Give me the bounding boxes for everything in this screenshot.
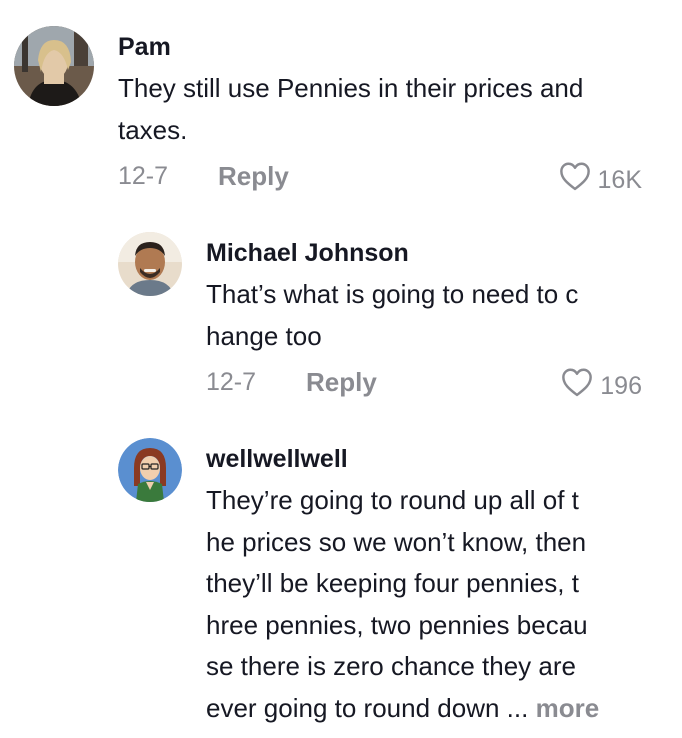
like-button[interactable]: 196 [560,367,642,404]
avatar-cartoon-wellwellwell [118,438,182,502]
reply-button[interactable]: Reply [306,367,377,397]
avatar[interactable] [118,438,182,502]
like-button[interactable]: 16K [558,161,642,198]
comment-text-line: They still use Pennies in their prices a… [118,73,584,103]
comment-text-line: se there is zero chance they are [206,651,576,681]
avatar[interactable] [14,26,94,106]
heart-outline-icon [560,367,594,404]
comment-author[interactable]: Michael Johnson [206,238,409,268]
comment-text-line: ever going to round down [206,692,500,723]
avatar-photo-pam [14,26,94,106]
heart-outline-icon [558,161,592,198]
comment-text: That’s what is going to need to c hange … [206,274,656,357]
comment-date: 12-7 [206,368,257,396]
comment-text-line: he prices so we won’t know, then [206,526,587,557]
like-count: 16K [597,165,642,194]
comment-text-line: They’re going to round up all of t [206,485,579,515]
like-count: 196 [600,371,642,400]
more-button[interactable]: more [536,693,600,723]
comment-text-line: they’ll be keeping four pennies, t [206,568,579,598]
comment-date: 12-7 [118,162,169,190]
comment-text-line: hree pennies, two pennies becau [206,609,588,640]
comment-author[interactable]: Pam [118,32,171,62]
comment-text-last-line: ever going to round down ... more [206,688,656,730]
avatar[interactable] [118,232,182,296]
comment-text: They still use Pennies in their prices a… [118,68,658,151]
truncation-ellipsis: ... [506,692,529,723]
avatar-photo-michael [118,232,182,296]
comment-text-line: hange too [206,320,322,351]
comment-author[interactable]: wellwellwell [206,444,348,474]
comment-text: They’re going to round up all of t he pr… [206,480,656,729]
comment-text-line: That’s what is going to need to c [206,279,579,309]
reply-button[interactable]: Reply [218,161,289,191]
comment-text-line: taxes. [118,114,188,145]
